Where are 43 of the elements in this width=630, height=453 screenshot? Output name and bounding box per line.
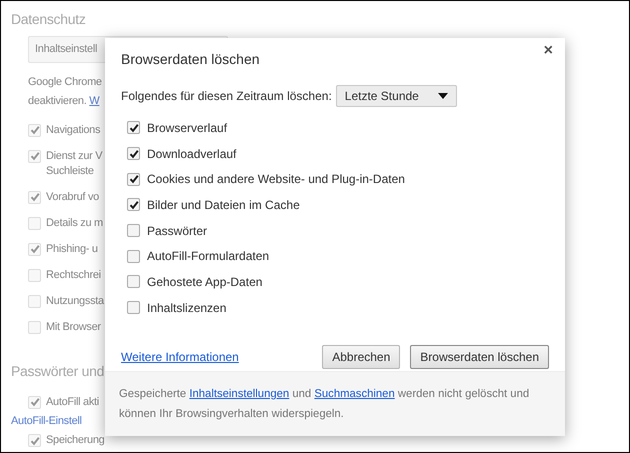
cancel-button[interactable]: Abbrechen [322, 344, 400, 368]
checkbox-label: Dienst zur V [46, 148, 102, 164]
checkbox-label: Rechtschrei [46, 268, 101, 282]
checkbox[interactable] [127, 301, 140, 314]
description-text: Google Chrome [28, 74, 103, 90]
checkbox-label: Suchleiste [46, 164, 95, 178]
checkbox-label: Passwörter [147, 222, 208, 240]
checkbox[interactable] [127, 172, 140, 186]
checkbox-label: Bilder und Dateien im Cache [147, 196, 300, 214]
clear-data-button[interactable]: Browserdaten löschen [410, 344, 549, 368]
checkbox-label: Phishing- u [46, 242, 98, 256]
checkbox-label: Vorabruf vo [46, 190, 99, 204]
period-label: Folgendes für diesen Zeitraum löschen: [121, 88, 332, 105]
checkbox[interactable] [127, 250, 140, 263]
checkbox-label: AutoFill-Formulardaten [147, 248, 270, 266]
footer-link[interactable]: Inhaltseinstellungen [189, 388, 290, 400]
caret-icon [438, 93, 448, 99]
checkbox-label: AutoFill akti [46, 394, 99, 410]
checkbox-label: Downloadverlauf [147, 146, 236, 163]
checkbox-label: Cookies und andere Website- und Plug-in-Daten [147, 171, 405, 188]
checkbox[interactable] [127, 121, 140, 134]
checkbox[interactable] [127, 198, 140, 212]
checkbox-label: Mit Browser [46, 320, 101, 334]
dialog-title: Browserdaten löschen [121, 50, 261, 69]
checkbox-label: Nutzungssta [46, 294, 104, 308]
checkbox[interactable] [127, 224, 140, 238]
checkbox-label: Browserverlauf [147, 120, 228, 137]
close-button[interactable]: × [542, 42, 555, 60]
learn-more-link[interactable]: W [89, 94, 100, 106]
checkbox-label: Inhaltslizenzen [147, 300, 226, 317]
checkbox[interactable] [127, 275, 140, 288]
description-text: deaktivieren. [28, 94, 86, 106]
period-dropdown[interactable]: Letzte Stunde [336, 85, 457, 107]
section-title: Passwörter und [11, 362, 106, 380]
footer-note: Gespeicherte Inhaltseinstellungen und Suchmaschinen werden nicht gelöscht und können Ihr Browsingverhalten widerspiegeln. [119, 387, 530, 422]
checkbox-label: Gehostete App-Daten [147, 274, 262, 291]
checkbox-label: Details zu m [46, 216, 103, 230]
section-title: Datenschutz [11, 10, 87, 29]
more-info-link[interactable]: Weitere Informationen [121, 348, 239, 366]
checkbox-label: Speicherung [46, 433, 104, 448]
footer-link[interactable]: Suchmaschinen [314, 388, 395, 400]
checkbox[interactable] [127, 147, 140, 160]
checkbox-label: Navigations [46, 122, 100, 138]
